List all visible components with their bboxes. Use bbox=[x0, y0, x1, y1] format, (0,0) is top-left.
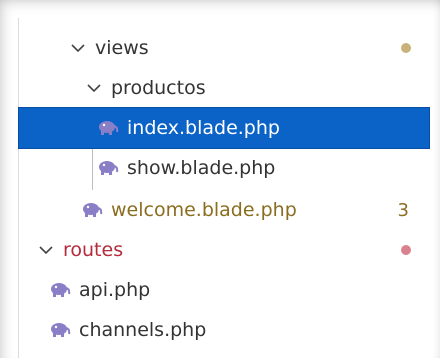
tree-folder-views[interactable]: views bbox=[19, 28, 429, 68]
tree-folder-productos[interactable]: productos bbox=[19, 68, 429, 108]
tree-item-label: views bbox=[95, 37, 149, 59]
tree-file-api[interactable]: api.php bbox=[19, 270, 429, 310]
tree-folder-routes[interactable]: routes bbox=[19, 230, 429, 270]
modified-dot bbox=[401, 43, 411, 53]
error-dot bbox=[401, 245, 411, 255]
chevron-down-icon[interactable] bbox=[37, 241, 55, 259]
php-elephant-icon bbox=[49, 282, 71, 298]
explorer-window: views productos index.blade.php show.bla… bbox=[0, 0, 440, 358]
chevron-down-icon[interactable] bbox=[85, 79, 103, 97]
tree-item-label: productos bbox=[111, 77, 206, 99]
tree-file-show-blade[interactable]: show.blade.php bbox=[19, 148, 429, 188]
tree-file-index-blade[interactable]: index.blade.php bbox=[18, 107, 430, 149]
tree-file-welcome-blade[interactable]: welcome.blade.php 3 bbox=[19, 190, 429, 230]
tree-item-label: welcome.blade.php bbox=[111, 199, 297, 221]
file-explorer-tree: views productos index.blade.php show.bla… bbox=[18, 18, 430, 358]
tree-item-label: show.blade.php bbox=[127, 157, 276, 179]
tree-item-label: routes bbox=[63, 239, 124, 261]
php-elephant-icon bbox=[97, 160, 119, 176]
chevron-down-icon[interactable] bbox=[69, 39, 87, 57]
problems-count-badge: 3 bbox=[397, 199, 409, 221]
tree-item-label: api.php bbox=[79, 279, 151, 301]
tree-file-channels[interactable]: channels.php bbox=[19, 310, 429, 350]
tree-item-label: index.blade.php bbox=[127, 117, 280, 139]
tree-item-label: channels.php bbox=[79, 319, 207, 341]
php-elephant-icon bbox=[97, 120, 119, 136]
php-elephant-icon bbox=[49, 322, 71, 338]
php-elephant-icon bbox=[81, 202, 103, 218]
